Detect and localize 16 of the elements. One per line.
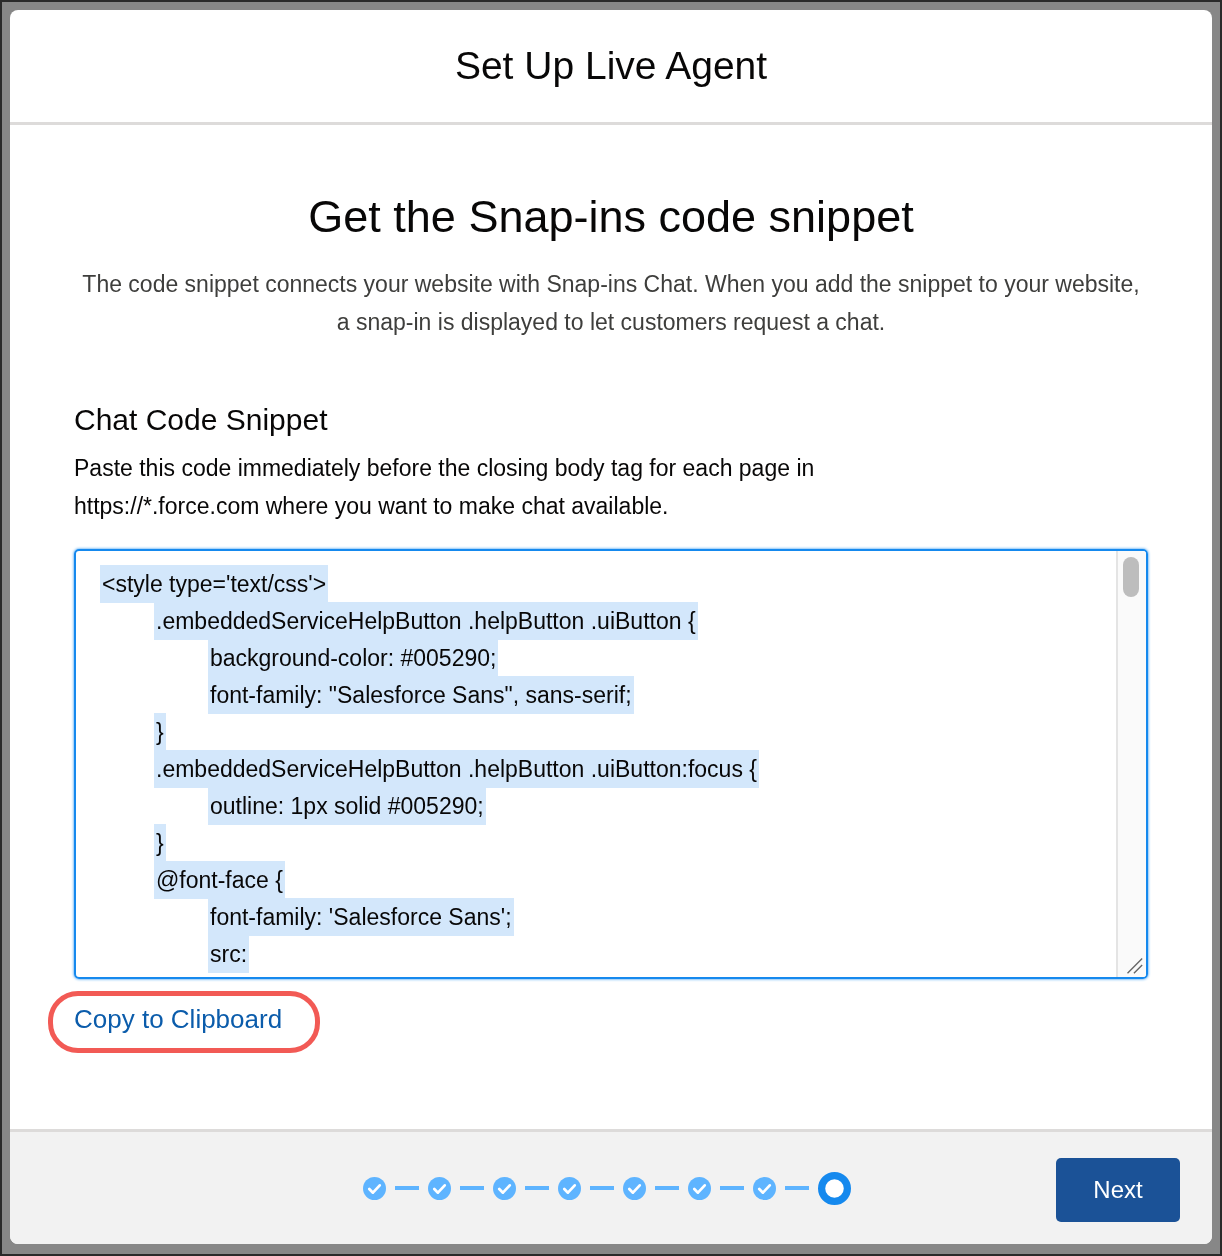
section-title: Chat Code Snippet — [74, 403, 329, 437]
step-connector — [720, 1186, 744, 1190]
description-text: The code snippet connects your website with Snap-ins Chat. When you add the snippet to your website, a snap-in is displayed to let customers request a chat. — [81, 270, 1141, 337]
copy-link[interactable]: Copy to Clipboard — [74, 1003, 283, 1035]
next-button[interactable]: Next — [1056, 1158, 1180, 1222]
scrollbar-thumb[interactable] — [1123, 557, 1139, 597]
step-connector — [655, 1186, 679, 1190]
step-connector — [785, 1186, 809, 1190]
page-heading: Get the Snap-ins code snippet — [307, 191, 915, 243]
modal-title: Set Up Live Agent — [454, 44, 768, 88]
step-connector — [460, 1186, 484, 1190]
code-text-area[interactable] — [74, 549, 1148, 979]
step-connector — [395, 1186, 419, 1190]
step-connector — [525, 1186, 549, 1190]
instructions-text: Paste this code immediately before the closing body tag for each page in https://*.force.com where you want to make chat available. — [74, 454, 816, 521]
step-connector — [590, 1186, 614, 1190]
